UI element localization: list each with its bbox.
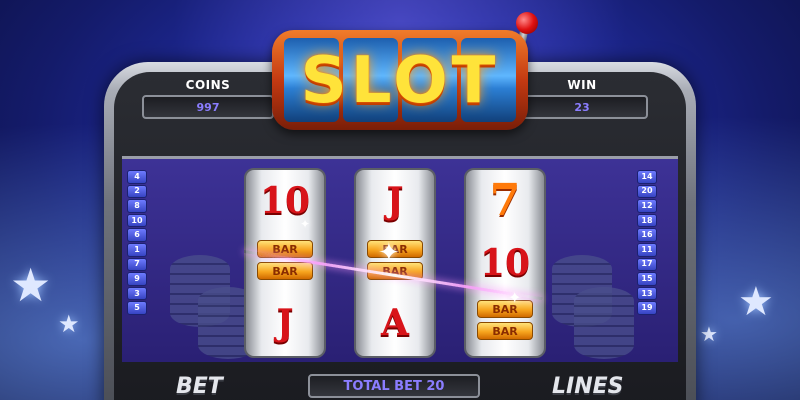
reel-symbol: 7 <box>466 176 544 226</box>
payline-button[interactable]: 19 <box>637 301 657 315</box>
symbol-ace: A <box>381 302 409 344</box>
bar-tile: BAR <box>257 262 313 280</box>
reel-symbol: 10 <box>246 176 324 226</box>
payline-button[interactable]: 3 <box>127 286 147 301</box>
symbol-jack: J <box>276 302 294 344</box>
star-icon: ★ <box>738 279 774 325</box>
bar-tile: BAR <box>477 300 533 318</box>
star-icon: ★ <box>700 322 718 346</box>
control-bar: BET TOTAL BET 20 LINES <box>120 372 680 400</box>
symbol-ten: 10 <box>479 242 531 284</box>
slot-logo: SLOT <box>272 30 528 130</box>
reel-symbol: J <box>356 176 434 226</box>
payline-button[interactable]: 20 <box>637 184 657 199</box>
payline-button[interactable]: 1 <box>127 242 147 257</box>
total-bet-display: TOTAL BET 20 <box>308 374 480 398</box>
logo-text: SLOT <box>300 44 500 118</box>
reel-symbol: BAR BAR <box>466 298 544 340</box>
payline-button[interactable]: 18 <box>637 213 657 228</box>
sparkle-icon: ✦ <box>300 217 311 231</box>
coins-value: 997 <box>142 95 274 119</box>
bar-symbol: BAR BAR <box>466 298 544 340</box>
payline-button[interactable]: 8 <box>127 199 147 213</box>
sparkle-icon: ✦ <box>508 288 522 307</box>
payline-button[interactable]: 10 <box>127 213 147 228</box>
payline-button[interactable]: 9 <box>127 272 147 286</box>
symbol-seven: 7 <box>489 175 521 226</box>
payline-button[interactable]: 7 <box>127 257 147 272</box>
payline-button[interactable]: 2 <box>127 184 147 199</box>
payline-button[interactable]: 17 <box>637 257 657 272</box>
symbol-ten: 10 <box>259 180 311 222</box>
payline-button[interactable]: 15 <box>637 272 657 286</box>
payline-button[interactable]: 16 <box>637 228 657 242</box>
coin-stack-icon <box>574 287 634 359</box>
star-icon: ★ <box>58 310 80 338</box>
lever-knob[interactable] <box>516 12 538 34</box>
payline-button[interactable]: 5 <box>127 301 147 315</box>
payline-button[interactable]: 12 <box>637 199 657 213</box>
bet-button[interactable]: BET <box>176 374 223 399</box>
coins-label: COINS <box>185 78 231 92</box>
lines-button[interactable]: LINES <box>552 374 624 399</box>
payline-button[interactable]: 14 <box>637 170 657 184</box>
win-label: WIN <box>567 78 597 92</box>
payline-buttons-left: 4 2 8 10 6 1 7 9 3 5 <box>127 170 147 316</box>
coins-panel: COINS 997 <box>142 78 274 119</box>
reel-3: 7 10 BAR BAR <box>464 168 546 358</box>
payline-button[interactable]: 13 <box>637 286 657 301</box>
payline-button[interactable]: 6 <box>127 228 147 242</box>
bar-tile: BAR <box>477 322 533 340</box>
star-icon: ★ <box>10 258 52 312</box>
win-value: 23 <box>516 95 648 119</box>
win-panel: WIN 23 <box>516 78 648 119</box>
reel-symbol: A <box>356 298 434 348</box>
reel-symbol: 10 <box>466 238 544 288</box>
payline-buttons-right: 14 20 12 18 16 11 17 15 13 19 <box>637 170 657 316</box>
sparkle-icon: ✦ <box>378 238 400 268</box>
reel-symbol: J <box>246 298 324 348</box>
symbol-jack: J <box>386 180 404 222</box>
payline-button[interactable]: 4 <box>127 170 147 184</box>
payline-button[interactable]: 11 <box>637 242 657 257</box>
